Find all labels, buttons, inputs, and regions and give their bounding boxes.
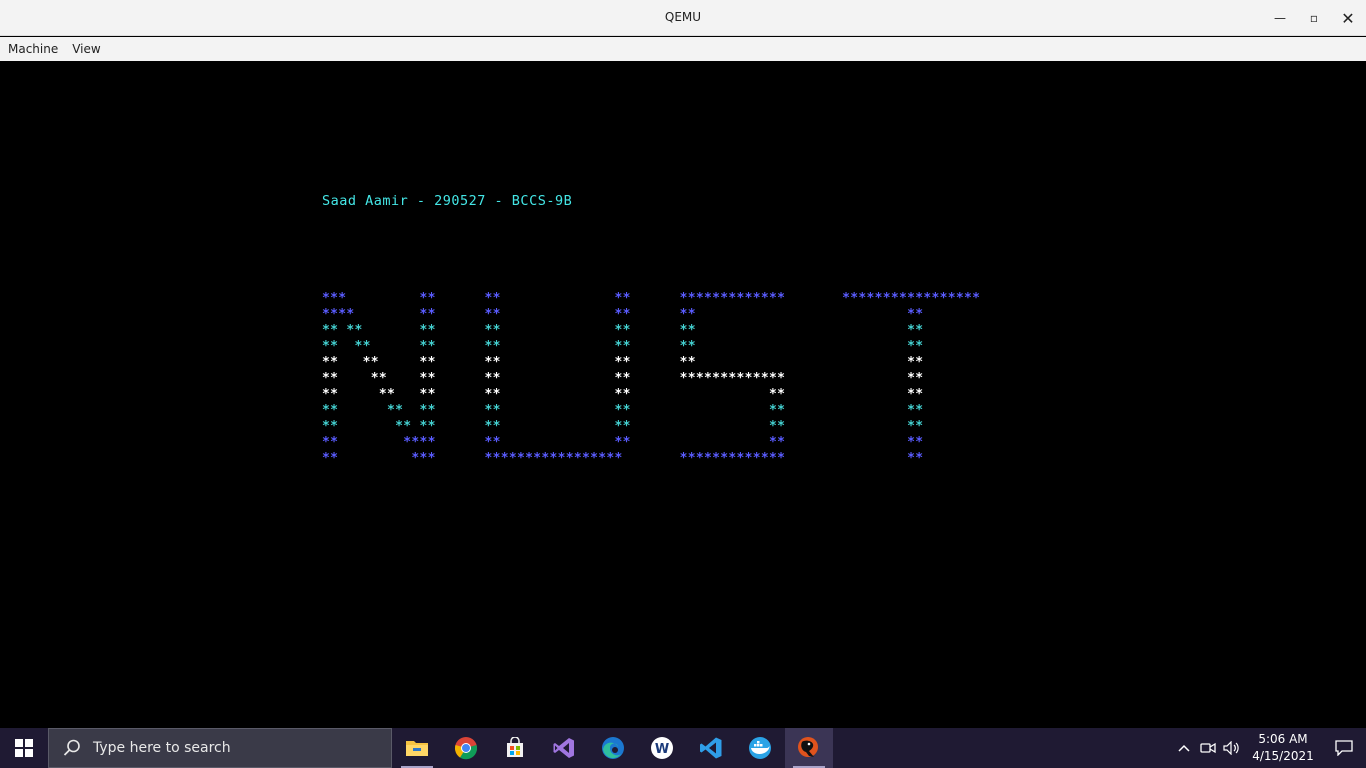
qemu-icon xyxy=(798,737,818,757)
vscode-icon xyxy=(700,737,722,759)
search-icon xyxy=(63,739,80,756)
minimize-button[interactable]: — xyxy=(1263,0,1297,36)
ascii-art-row: **** ** ** ** ** ** xyxy=(322,307,924,322)
taskbar-search-box[interactable]: Type here to search xyxy=(48,728,392,768)
window-title: QEMU xyxy=(664,10,702,24)
taskbar: Type here to search W 5:06 AM 4/15/2021 xyxy=(0,728,1366,768)
clock-date: 4/15/2021 xyxy=(1252,749,1314,763)
taskbar-app-w[interactable]: W xyxy=(638,728,686,768)
taskbar-store[interactable] xyxy=(491,728,539,768)
meet-now-icon[interactable] xyxy=(1196,728,1220,768)
menu-machine[interactable]: Machine xyxy=(4,38,62,60)
taskbar-edge[interactable] xyxy=(589,728,637,768)
ascii-art-row: ** ** ** ** ** ** ** xyxy=(322,387,924,402)
taskbar-file-explorer[interactable] xyxy=(393,728,441,768)
action-center-button[interactable] xyxy=(1322,728,1366,768)
chevron-up-icon[interactable] xyxy=(1172,728,1196,768)
menu-view[interactable]: View xyxy=(68,38,104,60)
ascii-art-row: ** ** ** ** ** ************* ** xyxy=(322,371,924,386)
ascii-art-row: ** **** ** ** ** ** xyxy=(322,435,924,450)
volume-icon[interactable] xyxy=(1220,728,1244,768)
start-button[interactable] xyxy=(0,728,48,768)
chrome-icon xyxy=(454,737,478,760)
taskbar-docker[interactable] xyxy=(736,728,784,768)
svg-text:W: W xyxy=(655,742,669,757)
ascii-art-row: ** ** ** ** ** ** ** xyxy=(322,419,924,434)
docker-icon xyxy=(749,737,771,759)
vm-screen[interactable]: Saad Aamir - 290527 - BCCS-9B *** ** ** … xyxy=(0,61,1366,728)
ascii-art-row: ** ** ** ** ** ** ** xyxy=(322,339,924,354)
menu-bar: Machine View xyxy=(0,37,1366,61)
taskbar-qemu[interactable] xyxy=(785,728,833,768)
ascii-art-row: ** ** ** ** ** ** ** xyxy=(322,323,924,338)
ascii-art-row: ** *** ***************** ************* *… xyxy=(322,451,924,466)
app-w-icon: W xyxy=(651,737,673,759)
system-tray: 5:06 AM 4/15/2021 xyxy=(1172,728,1366,768)
clock-time: 5:06 AM xyxy=(1258,732,1308,746)
notification-icon xyxy=(1335,740,1353,756)
ascii-art-row: ** ** ** ** ** ** ** xyxy=(322,403,924,418)
file-explorer-icon xyxy=(406,741,428,756)
ascii-art-row: ** ** ** ** ** ** ** xyxy=(322,355,924,370)
title-bar: QEMU — ▫ ✕ xyxy=(0,0,1366,36)
taskbar-chrome[interactable] xyxy=(442,728,490,768)
search-placeholder: Type here to search xyxy=(93,740,231,756)
close-button[interactable]: ✕ xyxy=(1331,0,1365,36)
visual-studio-icon xyxy=(553,738,574,758)
taskbar-vscode[interactable] xyxy=(687,728,735,768)
store-icon xyxy=(507,737,523,757)
edge-icon xyxy=(602,737,624,759)
windows-icon xyxy=(15,739,33,757)
maximize-button[interactable]: ▫ xyxy=(1297,0,1331,36)
taskbar-clock[interactable]: 5:06 AM 4/15/2021 xyxy=(1244,731,1322,765)
taskbar-visual-studio[interactable] xyxy=(540,728,588,768)
ascii-art-row: *** ** ** ** ************* *************… xyxy=(322,291,981,306)
student-info-text: Saad Aamir - 290527 - BCCS-9B xyxy=(322,193,573,209)
